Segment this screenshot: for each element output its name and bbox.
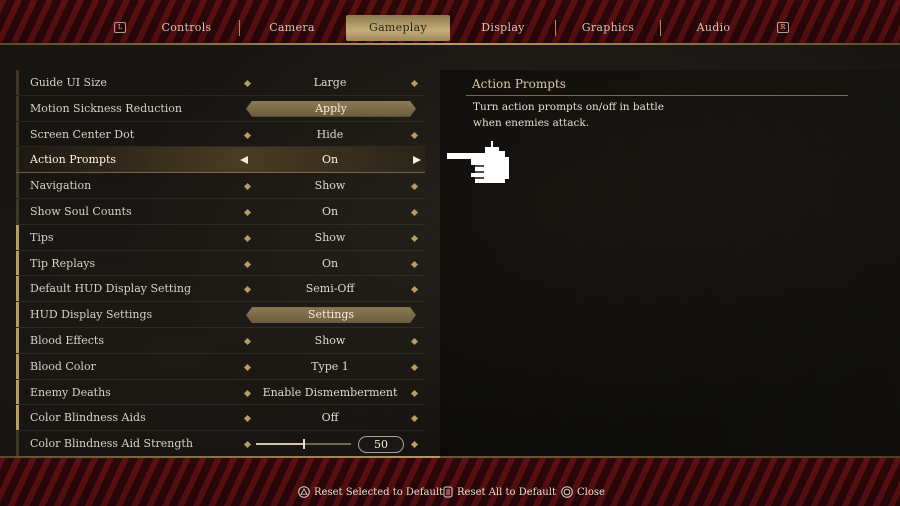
setting-value: On	[321, 256, 339, 270]
tab-display[interactable]: Display	[451, 15, 555, 41]
setting-row-hud-display-settings[interactable]: HUD Display Settings Settings	[16, 302, 425, 328]
triangle-button-icon	[298, 486, 310, 498]
row-accent	[16, 431, 19, 456]
setting-value: Type 1	[311, 359, 349, 373]
setting-value: Hide	[316, 127, 344, 141]
setting-label: Color Blindness Aid Strength	[30, 437, 193, 451]
row-accent	[16, 379, 19, 405]
setting-row-tips[interactable]: Tips Show	[16, 224, 425, 251]
row-accent	[16, 276, 19, 302]
tab-controls[interactable]: Controls	[134, 15, 239, 41]
circle-button-icon	[561, 486, 573, 498]
setting-label: Screen Center Dot	[30, 127, 135, 141]
close-hint[interactable]: Close	[561, 485, 605, 501]
row-accent	[16, 173, 19, 198]
setting-label: Guide UI Size	[30, 76, 107, 89]
setting-label: Tip Replays	[30, 256, 96, 270]
setting-row-tip-replays[interactable]: Tip Replays On	[16, 250, 425, 277]
setting-label: Color Blindness Aids	[30, 411, 146, 425]
slider-handle[interactable]	[302, 439, 305, 450]
top-gold-line	[0, 43, 900, 45]
reset-all-label: Reset All to Default	[457, 487, 556, 498]
setting-value: Semi-Off	[305, 282, 355, 296]
reset-all-hint[interactable]: Reset All to Default	[443, 485, 556, 501]
right-arrow-icon[interactable]	[413, 156, 421, 165]
row-accent	[16, 70, 19, 95]
description-text: Turn action prompts on/off in battle whe…	[473, 101, 664, 129]
row-accent	[16, 302, 19, 327]
setting-label: Blood Effects	[30, 333, 104, 347]
row-accent	[16, 327, 19, 353]
setting-value: Show	[314, 179, 346, 193]
setting-row-enemy-deaths[interactable]: Enemy Deaths Enable Dismemberment	[16, 379, 425, 406]
tab-bar: L Controls Camera Gameplay Display Graph…	[0, 15, 900, 41]
settings-list: Guide UI Size Large Motion Sickness Redu…	[16, 70, 425, 457]
close-label: Close	[577, 487, 605, 498]
reset-selected-hint[interactable]: Reset Selected to Default	[298, 485, 443, 501]
setting-label: HUD Display Settings	[30, 308, 153, 322]
row-accent	[16, 147, 19, 173]
row-accent	[16, 250, 19, 276]
row-accent	[16, 198, 19, 224]
settings-button[interactable]: Settings	[246, 307, 416, 323]
next-option-icon[interactable]	[410, 260, 419, 268]
setting-row-color-blindness-strength[interactable]: Color Blindness Aid Strength 50	[16, 431, 425, 457]
setting-row-guide-ui-size[interactable]: Guide UI Size Large	[16, 70, 425, 96]
apply-button[interactable]: Apply	[246, 101, 416, 117]
reset-selected-label: Reset Selected to Default	[314, 487, 444, 498]
setting-row-show-soul-counts[interactable]: Show Soul Counts On	[16, 198, 425, 225]
setting-label: Action Prompts	[30, 153, 117, 167]
setting-row-blood-color[interactable]: Blood Color Type 1	[16, 353, 425, 380]
setting-row-screen-center-dot[interactable]: Screen Center Dot Hide	[16, 121, 425, 148]
tab-gameplay[interactable]: Gameplay	[346, 15, 450, 41]
tab-graphics[interactable]: Graphics	[556, 15, 660, 41]
setting-label: Show Soul Counts	[30, 204, 132, 218]
setting-label: Default HUD Display Setting	[30, 282, 191, 296]
setting-label: Enemy Deaths	[30, 385, 111, 399]
row-accent	[16, 405, 19, 431]
tab-audio[interactable]: Audio	[661, 15, 766, 41]
setting-value: Large	[313, 76, 347, 89]
setting-value: Show	[314, 333, 346, 347]
setting-label: Navigation	[30, 179, 92, 193]
setting-row-blood-effects[interactable]: Blood Effects Show	[16, 327, 425, 354]
l1-bumper-icon[interactable]: L	[114, 22, 126, 33]
slider-fill	[256, 443, 304, 446]
setting-value: On	[321, 204, 339, 218]
setting-row-default-hud[interactable]: Default HUD Display Setting Semi-Off	[16, 276, 425, 303]
row-accent	[16, 353, 19, 379]
decrease-icon[interactable]	[243, 441, 252, 449]
setting-row-navigation[interactable]: Navigation Show	[16, 173, 425, 199]
touchpad-button-icon	[443, 486, 453, 498]
setting-value: Off	[321, 411, 339, 425]
setting-label: Tips	[30, 230, 54, 244]
setting-value: Show	[314, 230, 346, 244]
setting-label: Motion Sickness Reduction	[30, 101, 183, 115]
description-title: Action Prompts	[472, 77, 566, 91]
strength-value: 50	[358, 436, 404, 454]
setting-value: On	[321, 153, 339, 167]
setting-value: Enable Dismemberment	[262, 385, 398, 399]
strength-slider[interactable]	[256, 439, 351, 450]
pointing-hand-icon	[445, 139, 511, 185]
row-accent	[16, 121, 19, 147]
r1-bumper-icon[interactable]: R	[777, 22, 789, 33]
footer-button-hints: Reset Selected to Default Reset All to D…	[0, 485, 900, 501]
tab-camera[interactable]: Camera	[240, 15, 344, 41]
setting-row-action-prompts[interactable]: Action Prompts On	[16, 147, 425, 174]
description-divider	[466, 95, 848, 96]
row-accent	[16, 224, 19, 250]
setting-label: Blood Color	[30, 359, 96, 373]
setting-row-motion-sickness[interactable]: Motion Sickness Reduction Apply	[16, 95, 425, 122]
row-accent	[16, 95, 19, 121]
next-option-icon[interactable]	[410, 389, 419, 397]
setting-row-color-blindness-aids[interactable]: Color Blindness Aids Off	[16, 405, 425, 432]
increase-icon[interactable]	[410, 441, 419, 449]
